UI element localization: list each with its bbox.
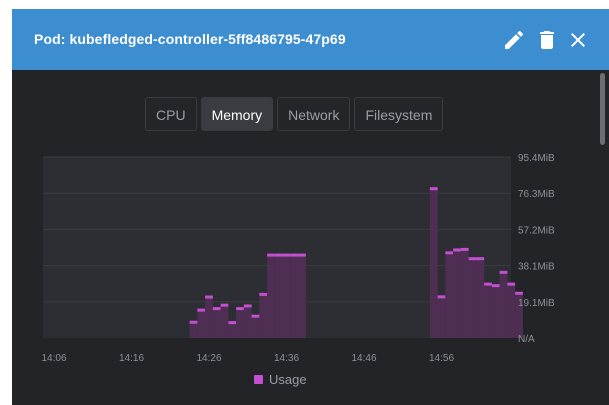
usage-bar (507, 284, 516, 338)
legend-label: Usage (269, 372, 307, 387)
usage-bar (429, 188, 438, 338)
usage-bar (267, 255, 275, 338)
x-tick-label: 14:26 (196, 353, 221, 364)
usage-bar-cap (468, 257, 477, 261)
usage-bar-cap (460, 247, 469, 251)
y-tick-label: 19.1MiB (518, 298, 555, 309)
usage-bar (205, 297, 213, 338)
x-tick-label: 14:56 (429, 353, 454, 364)
usage-bar-cap (189, 320, 198, 324)
usage-bar (476, 258, 485, 338)
usage-bar (274, 255, 283, 338)
usage-bar-cap (228, 321, 237, 325)
x-tick-label: 14:36 (274, 353, 299, 364)
usage-bar-cap (205, 295, 213, 299)
usage-bar-cap (476, 257, 485, 261)
usage-bar (484, 284, 492, 338)
usage-bar-cap (429, 187, 438, 191)
usage-bar-cap (243, 304, 252, 308)
x-tick-label: 14:06 (41, 353, 66, 364)
usage-bar-cap (491, 284, 500, 288)
usage-bar (460, 249, 469, 338)
x-tick-label: 14:16 (119, 353, 144, 364)
usage-bar (259, 294, 268, 338)
usage-bar (453, 249, 461, 338)
legend-swatch (254, 375, 263, 384)
usage-bar-cap (437, 295, 446, 299)
y-tick-label: 57.2MiB (518, 225, 555, 236)
usage-bar-cap (507, 282, 516, 286)
usage-bar (282, 255, 291, 338)
usage-bar (499, 272, 508, 338)
usage-bar-cap (282, 253, 291, 257)
y-tick-label: 76.3MiB (518, 189, 555, 200)
usage-bar-cap (212, 307, 221, 311)
usage-bar-cap (236, 307, 244, 311)
usage-bar-cap (251, 314, 260, 318)
usage-bar-cap (267, 253, 275, 257)
chart-legend: Usage (254, 372, 307, 387)
usage-bar-cap (484, 282, 492, 286)
usage-bar-cap (220, 303, 229, 307)
usage-bar (236, 308, 244, 338)
usage-bar (251, 316, 260, 338)
usage-bar-cap (197, 308, 206, 312)
usage-bar-cap (290, 253, 299, 257)
memory-chart: N/A 19.1MiB 38.1MiB 57.2MiB 76.3MiB 95.4MiB 1… (41, 153, 555, 364)
usage-bar (197, 310, 206, 338)
usage-bar-cap (445, 251, 454, 255)
usage-bar (212, 308, 221, 338)
usage-bar (445, 252, 454, 338)
usage-bar-cap (453, 248, 461, 252)
usage-bar (243, 305, 252, 338)
pod-dialog: Pod: kubefledged-controller-5ff8486795-4… (12, 9, 609, 405)
y-tick-label: 95.4MiB (518, 153, 555, 164)
usage-bar-cap (499, 270, 508, 274)
usage-bar (491, 285, 500, 338)
usage-bar (220, 305, 229, 338)
usage-bar-cap (259, 292, 268, 296)
usage-bar-cap (298, 253, 306, 257)
usage-bar (298, 255, 306, 338)
usage-bar (468, 258, 477, 338)
usage-bar-cap (274, 253, 283, 257)
usage-bar (189, 322, 198, 338)
usage-bar-cap (515, 291, 523, 295)
y-tick-label: 38.1MiB (518, 262, 555, 273)
x-tick-label: 14:46 (351, 353, 376, 364)
usage-bar (437, 296, 446, 338)
usage-bar (290, 255, 299, 338)
usage-bar (228, 322, 237, 338)
y-tick-label: N/A (518, 334, 535, 345)
